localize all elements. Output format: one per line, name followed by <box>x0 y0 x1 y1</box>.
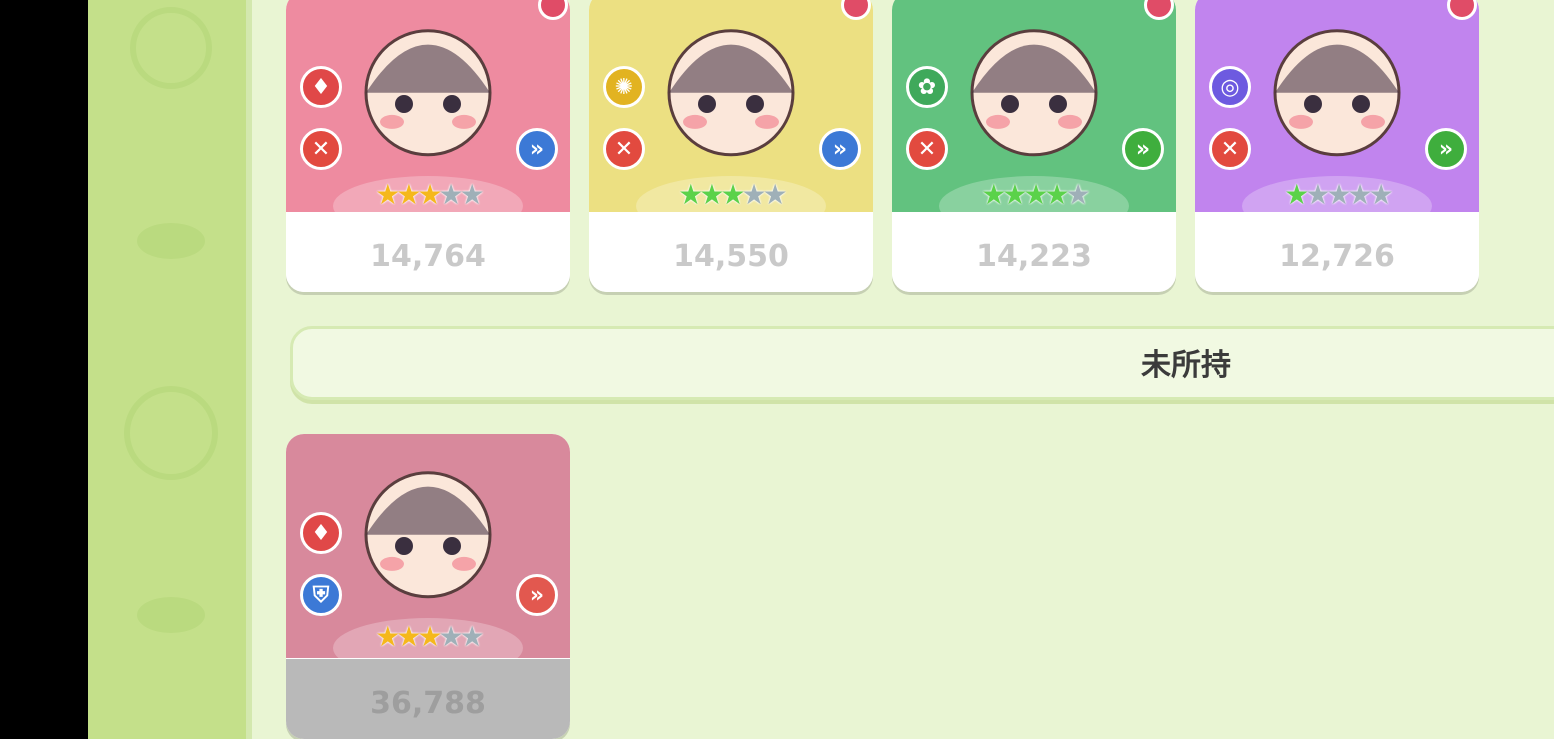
power-value: 12,726 <box>1279 239 1395 274</box>
close-combat-icon: ✕ <box>603 128 645 170</box>
rarity-stars: ★★★★★ <box>892 178 1176 211</box>
rarity-stars: ★★★★★ <box>589 178 873 211</box>
rarity-stars: ★★★★★ <box>286 178 570 211</box>
swirl-element-icon: ◎ <box>1209 66 1251 108</box>
empty-star-icon: ★ <box>1065 178 1091 211</box>
filled-star-icon: ★ <box>720 178 745 211</box>
empty-star-icon: ★ <box>741 178 767 211</box>
filled-star-icon: ★ <box>417 620 442 653</box>
empty-star-icon: ★ <box>1305 178 1330 211</box>
advance-icon: » <box>516 574 558 616</box>
power-value: 14,764 <box>370 239 486 274</box>
filled-star-icon: ★ <box>396 620 421 653</box>
leaf-deco-icon <box>137 223 205 259</box>
filled-star-icon: ★ <box>1002 178 1027 211</box>
character-card[interactable]: ✿ ✕» ★★★★★ 14,223 <box>892 0 1176 292</box>
empty-star-icon: ★ <box>438 178 464 211</box>
power-value: 36,788 <box>370 686 486 721</box>
empty-star-icon: ★ <box>762 178 788 211</box>
character-card[interactable]: ♦ ✕» ★★★★★ 14,764 <box>286 0 570 292</box>
advance-icon: » <box>1425 128 1467 170</box>
face-deco-icon-2 <box>124 386 218 480</box>
advance-icon: » <box>1122 128 1164 170</box>
fire-element-icon: ♦ <box>300 512 342 554</box>
empty-star-icon: ★ <box>1326 178 1351 211</box>
side-panel <box>88 0 246 739</box>
empty-star-icon: ★ <box>1368 178 1394 211</box>
filled-star-icon: ★ <box>396 178 421 211</box>
power-value: 14,223 <box>976 239 1092 274</box>
rarity-stars: ★★★★★ <box>1195 178 1479 211</box>
face-deco-icon <box>130 7 212 89</box>
leaf-deco-icon-2 <box>137 597 205 633</box>
empty-star-icon: ★ <box>438 620 464 653</box>
empty-star-icon: ★ <box>459 178 485 211</box>
close-combat-icon: ✕ <box>300 128 342 170</box>
empty-star-icon: ★ <box>459 620 485 653</box>
shield-icon: ⛨ <box>300 574 342 616</box>
letterbox-left <box>0 0 88 739</box>
filled-star-icon: ★ <box>375 620 400 653</box>
fire-element-icon: ♦ <box>300 66 342 108</box>
empty-star-icon: ★ <box>1347 178 1373 211</box>
advance-icon: » <box>516 128 558 170</box>
filled-star-icon: ★ <box>1284 178 1309 211</box>
close-combat-icon: ✕ <box>1209 128 1251 170</box>
leaf-element-icon: ✿ <box>906 66 948 108</box>
filled-star-icon: ★ <box>981 178 1006 211</box>
rarity-stars: ★★★★★ <box>286 620 570 653</box>
filled-star-icon: ★ <box>375 178 400 211</box>
filled-star-icon: ★ <box>417 178 442 211</box>
unowned-character-card[interactable]: ♦ ⛨» ★★★★★ 36,788 <box>286 434 570 739</box>
power-value: 14,550 <box>673 239 789 274</box>
filled-star-icon: ★ <box>678 178 703 211</box>
unowned-section-header <box>290 326 1554 400</box>
filled-star-icon: ★ <box>699 178 724 211</box>
unowned-section-label: 未所持 <box>1141 348 1231 383</box>
close-combat-icon: ✕ <box>906 128 948 170</box>
character-card[interactable]: ✺ ✕» ★★★★★ 14,550 <box>589 0 873 292</box>
filled-star-icon: ★ <box>1023 178 1048 211</box>
filled-star-icon: ★ <box>1044 178 1070 211</box>
advance-icon: » <box>819 128 861 170</box>
light-element-icon: ✺ <box>603 66 645 108</box>
character-card[interactable]: ◎ ✕» ★★★★★ 12,726 <box>1195 0 1479 292</box>
